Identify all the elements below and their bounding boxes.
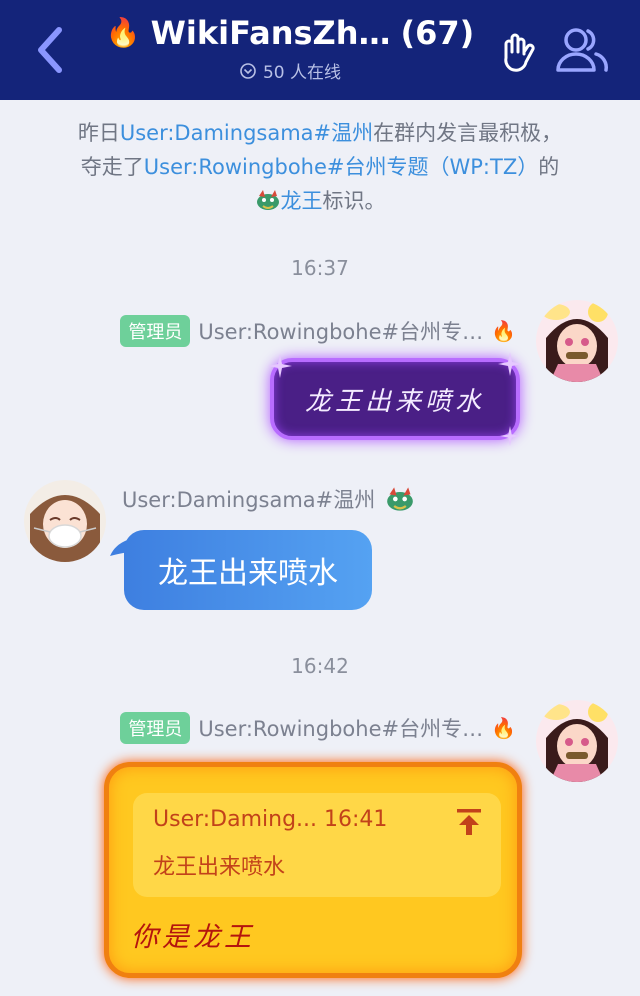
member-count: (67) <box>400 14 475 52</box>
back-button[interactable] <box>30 24 70 76</box>
timestamp: 16:42 <box>291 654 349 678</box>
admin-badge: 管理员 <box>120 315 191 347</box>
masked-girl-avatar <box>24 480 106 562</box>
sender-row: User:Damingsama#温州 <box>122 484 417 514</box>
dragon-icon <box>387 487 414 511</box>
hand-gesture-icon <box>504 33 535 72</box>
group-name: WikiFansZh… <box>150 14 391 52</box>
avatar[interactable] <box>24 480 106 562</box>
fire-icon: 🔥 <box>491 319 516 343</box>
sender-name[interactable]: User:Damingsama#温州 <box>122 484 375 514</box>
chat-header: 🔥 WikiFansZh… (67) 50 人在线 <box>0 0 640 100</box>
sender-name[interactable]: User:Rowingbohe#台州专… <box>198 713 483 743</box>
notice-text: 在群内发言最积极， <box>373 121 563 145</box>
timestamp: 16:37 <box>291 256 349 280</box>
anime-girl-avatar <box>536 300 618 382</box>
online-status-icon <box>240 62 256 79</box>
chevron-left-icon <box>38 27 62 73</box>
fire-icon: 🔥 <box>491 716 516 740</box>
message-text: 龙王出来喷水 <box>304 386 485 417</box>
message-bubble[interactable]: 龙王出来喷水 <box>124 530 372 610</box>
notice-text: 的 <box>538 155 560 179</box>
sparkle-icon <box>500 426 520 446</box>
jump-to-message-icon[interactable] <box>455 807 483 837</box>
members-icon <box>556 28 608 72</box>
message-bubble-special[interactable]: 龙王出来喷水 <box>268 352 522 446</box>
avatar[interactable] <box>536 700 618 782</box>
notice-text: 夺走了 <box>80 155 144 179</box>
notice-user-link[interactable]: User:Damingsama#温州 <box>120 121 373 145</box>
sender-row: 管理员 User:Rowingbohe#台州专… 🔥 <box>120 712 516 744</box>
chat-title-area[interactable]: 🔥 WikiFansZh… (67) 50 人在线 <box>100 14 480 83</box>
message-text: 你是龙王 <box>131 922 255 953</box>
sparkle-icon <box>268 354 292 378</box>
admin-badge: 管理员 <box>120 712 191 744</box>
online-count: 50 人在线 <box>262 63 342 83</box>
dragon-icon <box>256 190 279 210</box>
notice-text: 标识。 <box>322 189 386 213</box>
sender-name[interactable]: User:Rowingbohe#台州专… <box>198 316 483 346</box>
sparkle-icon <box>498 352 522 376</box>
avatar[interactable] <box>536 300 618 382</box>
anime-girl-avatar <box>536 700 618 782</box>
quoted-reply[interactable]: User:Daming... 16:41 龙王出来喷水 <box>133 793 501 897</box>
quoted-sender-time: User:Daming... 16:41 <box>153 807 388 832</box>
hand-gesture-button[interactable] <box>494 28 538 72</box>
members-button[interactable] <box>552 24 612 76</box>
notice-user-link[interactable]: User:Rowingbohe#台州专题（WP:TZ） <box>144 155 538 179</box>
message-text: 龙王出来喷水 <box>158 556 338 591</box>
dragon-king-notice: 昨日User:Damingsama#温州在群内发言最积极， 夺走了User:Ro… <box>30 116 610 218</box>
notice-text: 昨日 <box>77 121 120 145</box>
sender-row: 管理员 User:Rowingbohe#台州专… 🔥 <box>120 315 516 347</box>
dragon-king-title[interactable]: 龙王 <box>281 189 323 213</box>
fire-icon: 🔥 <box>105 16 141 49</box>
message-bubble-special[interactable]: User:Daming... 16:41 龙王出来喷水 你是龙王 <box>104 762 522 978</box>
quoted-text: 龙王出来喷水 <box>153 855 286 880</box>
